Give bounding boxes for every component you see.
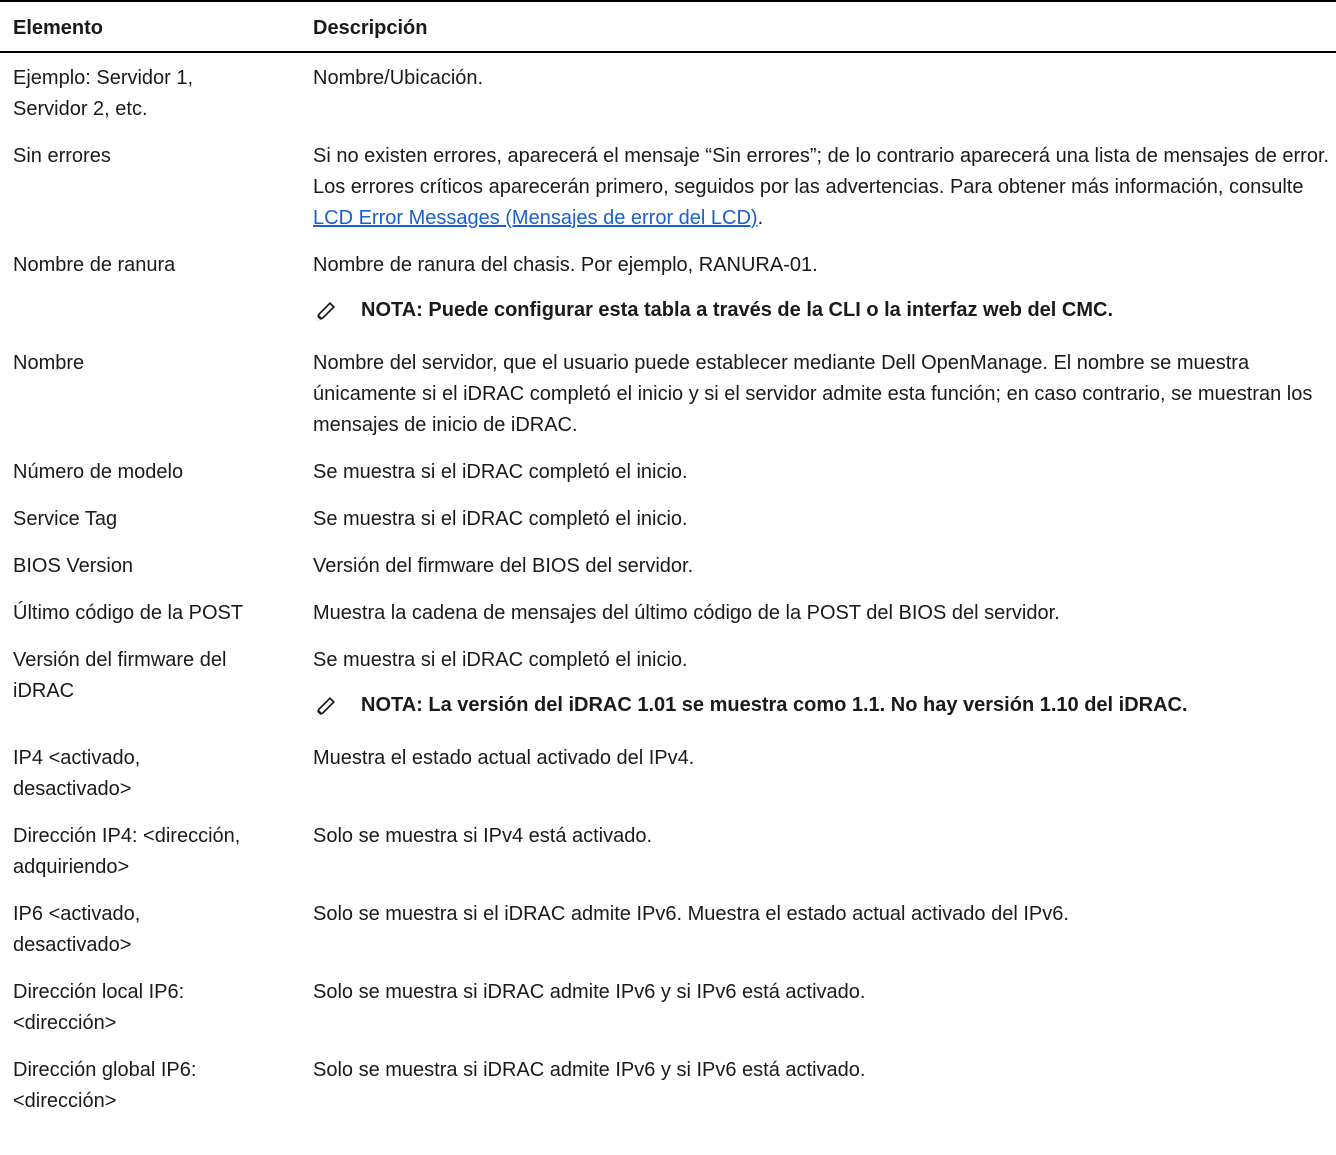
row-item: IP6 <activado, desactivado>: [13, 903, 141, 956]
row-description: Versión del firmware del BIOS del servid…: [313, 543, 1336, 590]
table-row: IP4 <activado, desactivado> Muestra el es…: [0, 735, 1336, 813]
description-text: Solo se muestra si iDRAC admite IPv6 y s…: [313, 981, 866, 1003]
row-item: IP4 <activado, desactivado>: [13, 747, 141, 800]
row-description: Solo se muestra si iDRAC admite IPv6 y s…: [313, 969, 1336, 1047]
row-item: Dirección IP4: <dirección, adquiriendo>: [13, 825, 241, 878]
table-row: BIOS Version Versión del firmware del BIO…: [0, 543, 1336, 590]
table-row: Último código de la POST Muestra la caden…: [0, 590, 1336, 637]
row-item: Ejemplo: Servidor 1, Servidor 2, etc.: [13, 67, 194, 120]
description-text: Solo se muestra si IPv4 está activado.: [313, 825, 653, 847]
description-text: Nombre/Ubicación.: [313, 67, 484, 89]
note-text: NOTA: Puede configurar esta tabla a trav…: [361, 299, 1114, 321]
header-descripcion: Descripción: [313, 0, 1336, 53]
row-description: Muestra la cadena de mensajes del último…: [313, 590, 1336, 637]
table-row: Versión del firmware del iDRAC Se muestra…: [0, 637, 1336, 735]
table-row: Dirección global IP6: <dirección> Solo se…: [0, 1047, 1336, 1125]
table-row: Sin errores Si no existen errores, aparec…: [0, 133, 1336, 242]
table-row: Nombre Nombre del servidor, que el usuari…: [0, 340, 1336, 449]
header-elemento: Elemento: [0, 0, 313, 53]
document-page: Elemento Descripción Ejemplo: Servidor 1…: [0, 0, 1336, 1125]
row-description: Nombre/Ubicación.: [313, 52, 1336, 133]
note-box: NOTA: La versión del iDRAC 1.01 se muest…: [313, 690, 1336, 721]
row-description: Se muestra si el iDRAC completó el inici…: [313, 496, 1336, 543]
row-description: Se muestra si el iDRAC completó el inici…: [313, 449, 1336, 496]
row-item: Service Tag: [13, 508, 118, 530]
row-item: Versión del firmware del iDRAC: [13, 649, 227, 702]
description-text: Solo se muestra si el iDRAC admite IPv6.…: [313, 903, 1069, 925]
row-item: Nombre de ranura: [13, 254, 176, 276]
table-row: Dirección IP4: <dirección, adquiriendo> S…: [0, 813, 1336, 891]
table-row: IP6 <activado, desactivado> Solo se muest…: [0, 891, 1336, 969]
pencil-icon: [313, 693, 339, 719]
row-description: Solo se muestra si IPv4 está activado.: [313, 813, 1336, 891]
row-item: BIOS Version: [13, 555, 134, 577]
row-description: Muestra el estado actual activado del IP…: [313, 735, 1336, 813]
row-description: Nombre de ranura del chasis. Por ejemplo…: [313, 242, 1336, 340]
row-item: Dirección local IP6: <dirección>: [13, 981, 185, 1034]
lcd-error-messages-link[interactable]: LCD Error Messages (Mensajes de error de…: [313, 207, 758, 229]
pencil-icon: [313, 298, 339, 324]
table-row: Número de modelo Se muestra si el iDRAC c…: [0, 449, 1336, 496]
note-box: NOTA: Puede configurar esta tabla a trav…: [313, 295, 1336, 326]
row-description: Solo se muestra si iDRAC admite IPv6 y s…: [313, 1047, 1336, 1125]
row-item: Último código de la POST: [13, 602, 244, 624]
table-body: Ejemplo: Servidor 1, Servidor 2, etc. Nom…: [0, 52, 1336, 1125]
table-header: Elemento Descripción: [0, 0, 1336, 53]
row-item: Dirección global IP6: <dirección>: [13, 1059, 197, 1112]
row-item: Número de modelo: [13, 461, 184, 483]
table-row: Dirección local IP6: <dirección> Solo se …: [0, 969, 1336, 1047]
row-item: Sin errores: [13, 145, 111, 167]
description-text-end: .: [757, 207, 764, 229]
description-text: Nombre del servidor, que el usuario pued…: [313, 352, 1313, 436]
description-text: Se muestra si el iDRAC completó el inici…: [313, 508, 688, 530]
description-text: Muestra la cadena de mensajes del último…: [313, 602, 1060, 624]
description-text-start: Si no existen errores, aparecerá el mens…: [313, 145, 1330, 198]
row-description: Si no existen errores, aparecerá el mens…: [313, 133, 1336, 242]
table-row: Ejemplo: Servidor 1, Servidor 2, etc. Nom…: [0, 52, 1336, 133]
description-text: Versión del firmware del BIOS del servid…: [313, 555, 694, 577]
table-row: Nombre de ranura Nombre de ranura del cha…: [0, 242, 1336, 340]
description-text: Si no existen errores, aparecerá el mens…: [313, 141, 1336, 234]
description-text: Se muestra si el iDRAC completó el inici…: [313, 461, 688, 483]
row-description: Nombre del servidor, que el usuario pued…: [313, 340, 1336, 449]
table-row: Service Tag Se muestra si el iDRAC comple…: [0, 496, 1336, 543]
note-text: NOTA: La versión del iDRAC 1.01 se muest…: [361, 694, 1188, 716]
row-description: Solo se muestra si el iDRAC admite IPv6.…: [313, 891, 1336, 969]
description-text: Solo se muestra si iDRAC admite IPv6 y s…: [313, 1059, 866, 1081]
row-description: Se muestra si el iDRAC completó el inici…: [313, 637, 1336, 735]
description-text: Se muestra si el iDRAC completó el inici…: [313, 649, 688, 671]
lcd-items-table: Elemento Descripción Ejemplo: Servidor 1…: [0, 0, 1336, 1125]
row-item: Nombre: [13, 352, 85, 374]
description-text: Muestra el estado actual activado del IP…: [313, 747, 695, 769]
description-text: Nombre de ranura del chasis. Por ejemplo…: [313, 254, 818, 276]
